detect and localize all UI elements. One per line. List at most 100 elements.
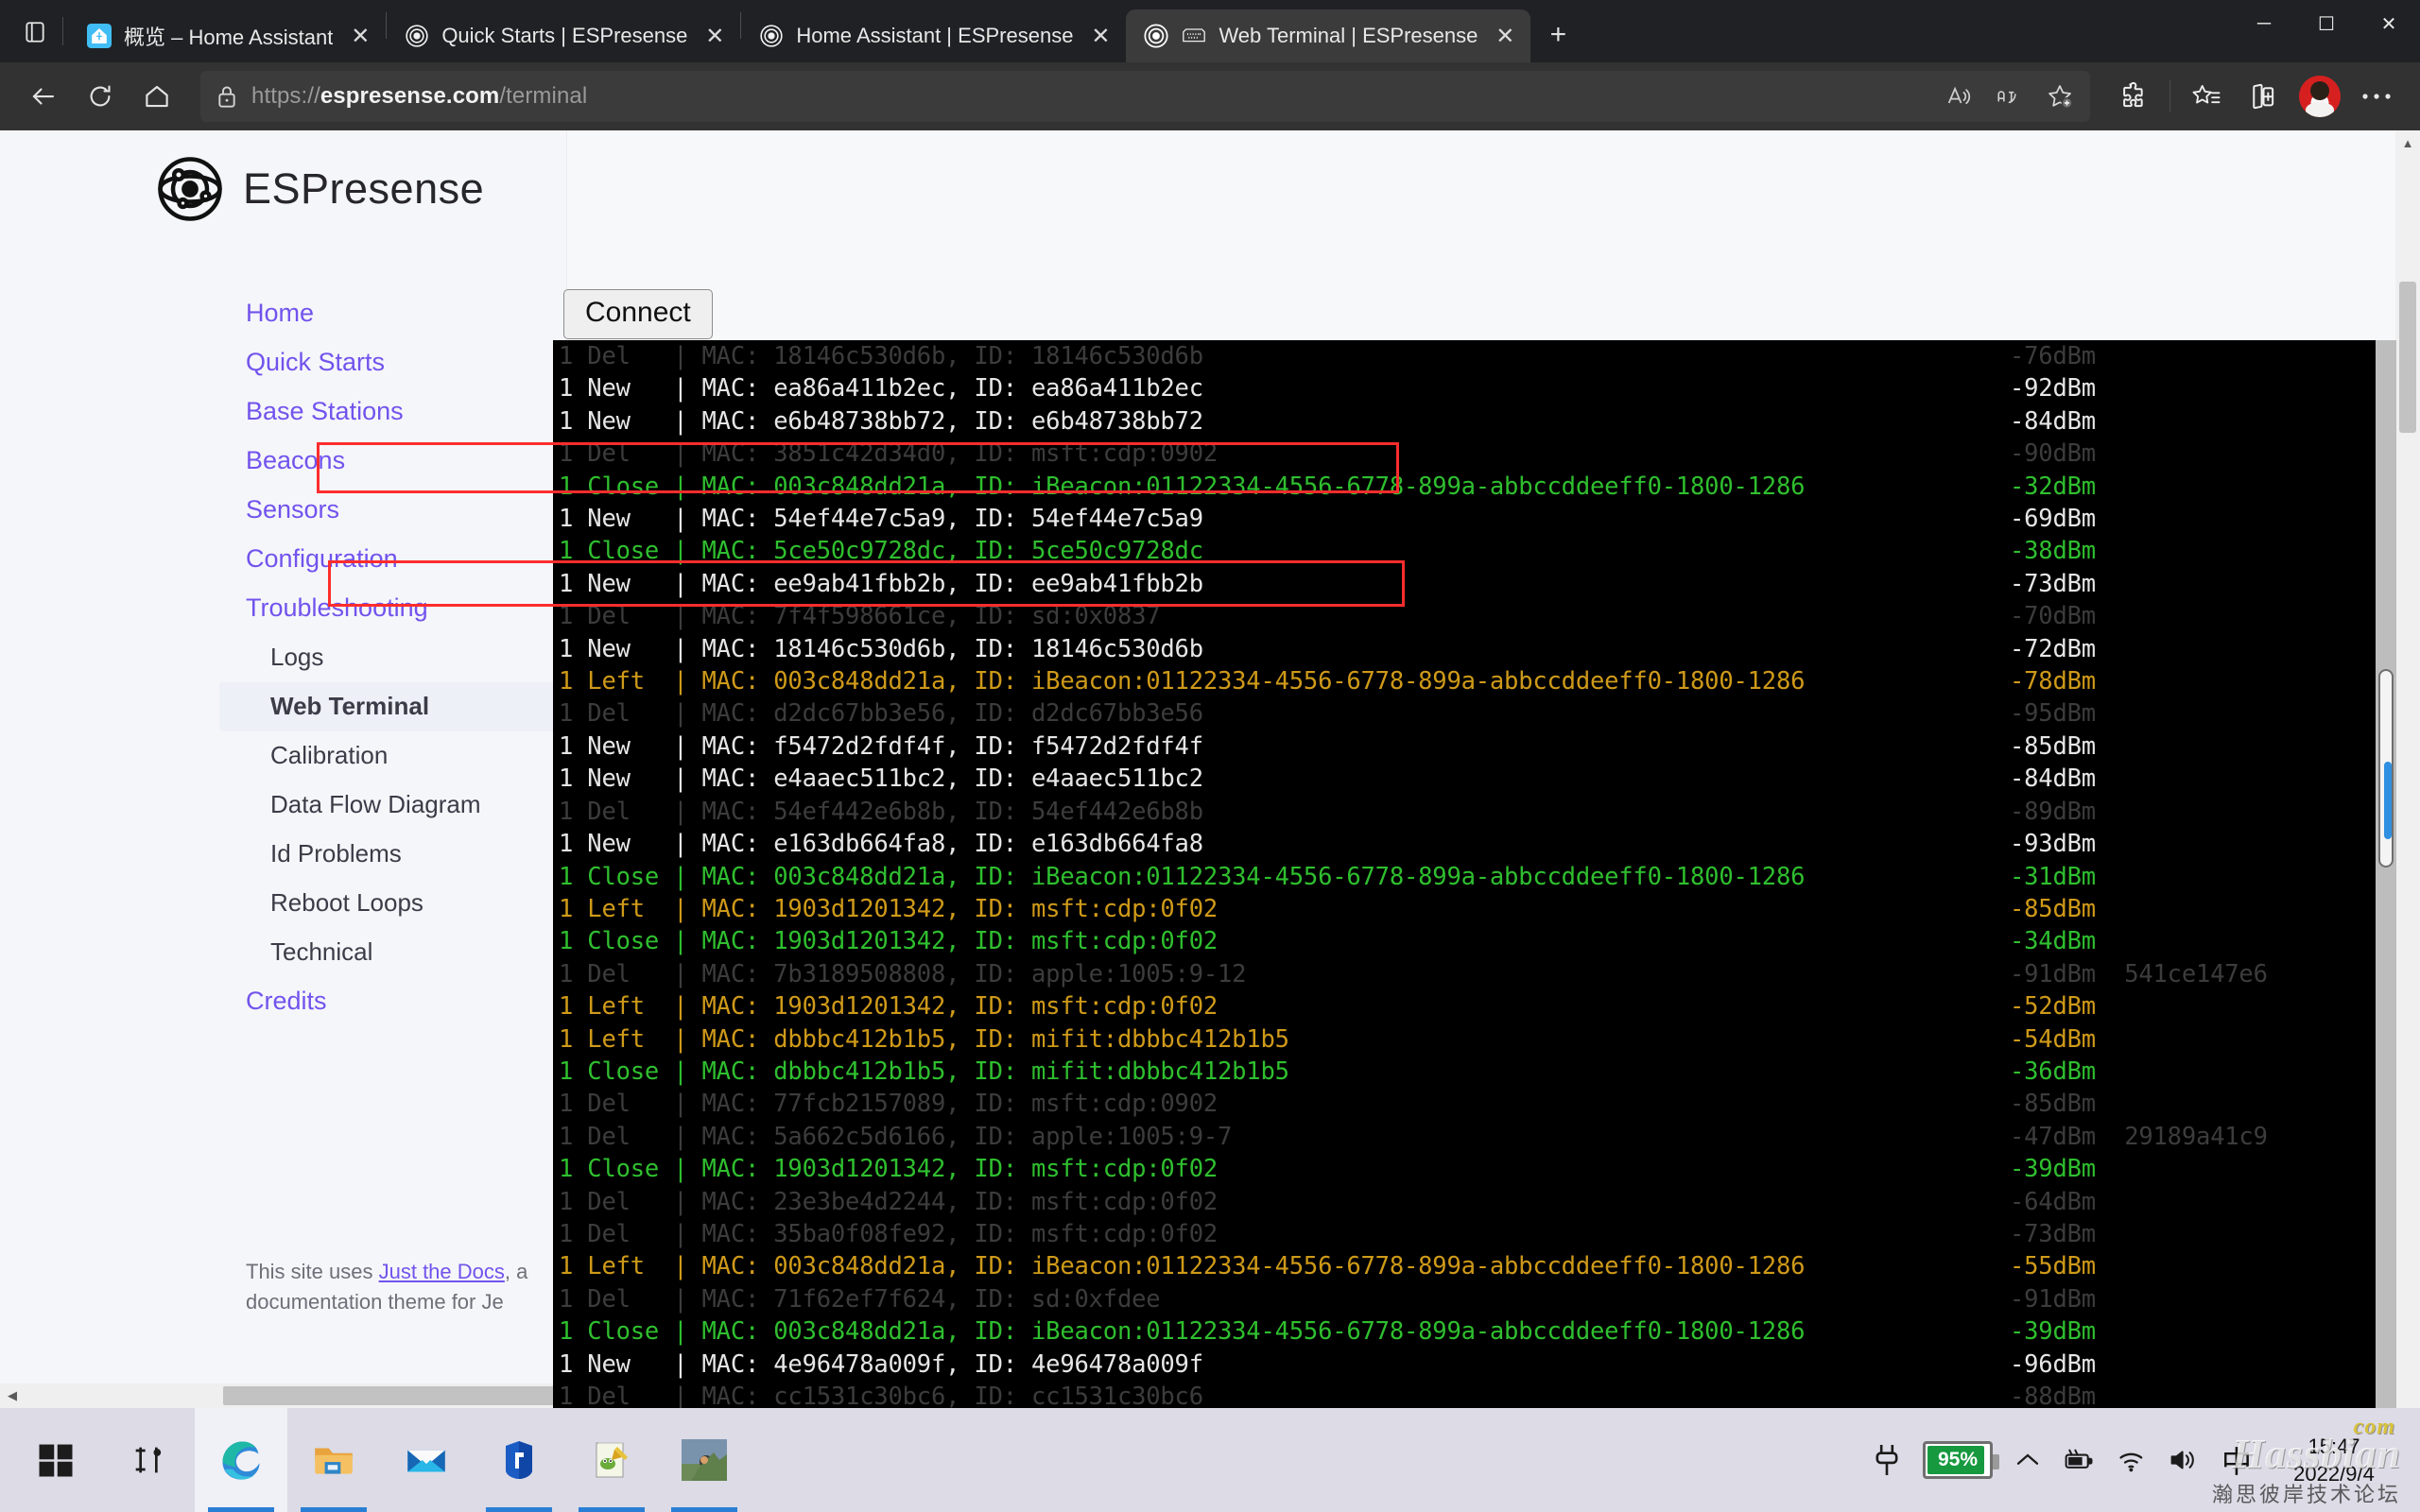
terminal-line: 1 Close | MAC: 003c848dd21a, ID: iBeacon… — [559, 471, 2396, 503]
ime-language-indicator[interactable]: 中 — [2221, 1438, 2252, 1482]
page-vertical-scrollbar[interactable]: ▲ — [2395, 130, 2420, 1408]
browser-tab-2[interactable]: Quick Starts | ESPresense ✕ — [387, 9, 740, 62]
terminal-line-rssi: -89dBm — [2010, 797, 2096, 826]
browser-tab-2-close-icon[interactable]: ✕ — [699, 20, 731, 52]
sidebar-item-sensors[interactable]: Sensors — [246, 486, 566, 535]
connect-button[interactable]: Connect — [563, 289, 713, 339]
sidebar-item-logs[interactable]: Logs — [246, 633, 566, 682]
web-terminal-output[interactable]: 1 Del | MAC: 18146c530d6b, ID: 18146c530… — [553, 340, 2396, 1408]
window-maximize-button[interactable]: ☐ — [2295, 0, 2358, 47]
lock-icon[interactable] — [216, 84, 238, 109]
site-brand[interactable]: ESPresense — [156, 155, 566, 223]
terminal-line-message: 1 Left | MAC: 003c848dd21a, ID: iBeacon:… — [559, 1252, 1806, 1281]
terminal-line: 1 Del | MAC: 7b3189508808, ID: apple:100… — [559, 958, 2396, 990]
terminal-scrollbar[interactable] — [2376, 340, 2396, 1408]
terminal-line-rssi: -78dBm — [2010, 667, 2096, 696]
address-bar[interactable]: https://espresense.com/terminal — [200, 71, 2090, 122]
sidebar-item-id-problems[interactable]: Id Problems — [246, 830, 566, 879]
power-plug-icon[interactable] — [1872, 1442, 1902, 1478]
browser-tab-4[interactable]: Web Terminal | ESPresense ✕ — [1126, 9, 1531, 62]
terminal-line: 1 New | MAC: 54ef44e7c5a9, ID: 54ef44e7c… — [559, 503, 2396, 535]
battery-saver-icon[interactable] — [2063, 1448, 2095, 1472]
window-close-button[interactable]: ✕ — [2358, 0, 2420, 47]
terminal-line-message: 1 Close | MAC: 003c848dd21a, ID: iBeacon… — [559, 1317, 1806, 1347]
new-tab-button[interactable]: + — [1536, 13, 1580, 57]
terminal-line-rssi: -85dBm — [2010, 731, 2096, 761]
terminal-line-message: 1 Del | MAC: 18146c530d6b, ID: 18146c530… — [559, 342, 1203, 370]
add-favorite-icon[interactable] — [2035, 73, 2084, 120]
terminal-line-rssi: -70dBm — [2010, 602, 2096, 631]
terminal-line: 1 Left | MAC: dbbbc412b1b5, ID: mifit:db… — [559, 1023, 2396, 1056]
show-hidden-icons-icon[interactable] — [2014, 1450, 2042, 1470]
terminal-line-message: 1 New | MAC: 4e96478a009f, ID: 4e96478a0… — [559, 1349, 1203, 1379]
task-view-button[interactable] — [102, 1408, 195, 1512]
terminal-line: 1 Del | MAC: 3851c42d34d0, ID: msft:cdp:… — [559, 438, 2396, 470]
photos-app[interactable] — [658, 1408, 751, 1512]
terminal-line: 1 Close | MAC: 5ce50c9728dc, ID: 5ce50c9… — [559, 535, 2396, 567]
browser-tab-1[interactable]: 概览 – Home Assistant ✕ — [69, 9, 386, 62]
browser-tab-3-close-icon[interactable]: ✕ — [1084, 20, 1116, 52]
terminal-line: 1 Left | MAC: 1903d1201342, ID: msft:cdp… — [559, 990, 2396, 1022]
sidebar-item-home[interactable]: Home — [246, 289, 566, 338]
terminal-line-rssi: -72dBm — [2010, 634, 2096, 663]
browser-tab-4-close-icon[interactable]: ✕ — [1489, 20, 1521, 52]
terminal-line-message: 1 New | MAC: 18146c530d6b, ID: 18146c530… — [559, 634, 1203, 663]
terminal-line: 1 Close | MAC: 1903d1201342, ID: msft:cd… — [559, 925, 2396, 957]
terminal-line: 1 Left | MAC: 1903d1201342, ID: msft:cdp… — [559, 893, 2396, 925]
read-aloud-icon[interactable] — [1933, 73, 1982, 120]
mail-app[interactable] — [380, 1408, 473, 1512]
tab-actions-icon[interactable] — [13, 10, 57, 54]
sidebar-item-credits[interactable]: Credits — [246, 977, 566, 1026]
refresh-icon[interactable] — [74, 70, 127, 123]
sidebar-item-base-stations[interactable]: Base Stations — [246, 387, 566, 437]
wifi-icon[interactable] — [2116, 1447, 2148, 1473]
terminal-line-message: 1 Del | MAC: d2dc67bb3e56, ID: d2dc67bb3… — [559, 699, 1203, 729]
footer-just-the-docs-link[interactable]: Just the Docs — [379, 1260, 505, 1283]
sidebar-item-configuration[interactable]: Configuration — [246, 535, 566, 584]
home-icon[interactable] — [130, 70, 183, 123]
notepad-app[interactable] — [565, 1408, 658, 1512]
espresense-icon — [1143, 23, 1169, 49]
terminal-line-rssi: -54dBm — [2010, 1024, 2096, 1054]
browser-tab-3[interactable]: Home Assistant | ESPresense ✕ — [741, 9, 1126, 62]
page-scroll-up-arrow[interactable]: ▲ — [2395, 130, 2420, 155]
window-controls: ─ ☐ ✕ — [2233, 0, 2420, 62]
terminal-scrollbar-thumb[interactable] — [2378, 669, 2394, 868]
page-content: ESPresense Home Quick Starts Base Statio… — [0, 130, 2420, 1408]
profile-avatar[interactable] — [2293, 70, 2346, 123]
back-icon[interactable] — [17, 70, 70, 123]
address-bar-url: https://espresense.com/terminal — [251, 83, 587, 110]
terminal-line-rssi: -93dBm — [2010, 830, 2096, 859]
translate-icon[interactable] — [1984, 73, 2033, 120]
start-button[interactable] — [9, 1408, 102, 1512]
terminal-line: 1 Del | MAC: cc1531c30bc6, ID: cc1531c30… — [559, 1381, 2396, 1408]
collections-favorites-icon[interactable] — [2180, 70, 2233, 123]
sidebar-item-reboot-loops[interactable]: Reboot Loops — [246, 879, 566, 928]
espresense-icon — [404, 23, 430, 49]
hscroll-left-arrow[interactable]: ◀ — [0, 1383, 25, 1408]
extensions-icon[interactable] — [2107, 70, 2160, 123]
terminal-line-rssi: -96dBm — [2010, 1349, 2096, 1379]
sidebar-item-technical[interactable]: Technical — [246, 928, 566, 977]
battery-indicator[interactable]: 95% — [1922, 1441, 1999, 1479]
sidebar-item-calibration[interactable]: Calibration — [246, 731, 566, 781]
sidebar-item-troubleshooting[interactable]: Troubleshooting — [246, 584, 566, 633]
sidebar-item-data-flow-diagram[interactable]: Data Flow Diagram — [246, 781, 566, 830]
edge-browser[interactable] — [195, 1408, 287, 1512]
outlook-app[interactable] — [473, 1408, 565, 1512]
split-screen-icon[interactable] — [2237, 70, 2290, 123]
sidebar-item-quick-starts[interactable]: Quick Starts — [246, 338, 566, 387]
titlebar-divider — [62, 17, 63, 45]
file-explorer[interactable] — [287, 1408, 380, 1512]
window-minimize-button[interactable]: ─ — [2233, 0, 2295, 47]
page-vertical-scrollbar-thumb[interactable] — [2399, 282, 2416, 433]
url-scheme: https:// — [251, 83, 320, 109]
sidebar-item-beacons[interactable]: Beacons — [246, 437, 566, 486]
browser-tab-1-close-icon[interactable]: ✕ — [344, 20, 376, 52]
sidebar-item-web-terminal[interactable]: Web Terminal — [219, 682, 566, 731]
terminal-line-message: 1 Del | MAC: 71f62ef7f624, ID: sd:0xfdee — [559, 1284, 1161, 1314]
volume-icon[interactable] — [2169, 1447, 2201, 1473]
url-path: /terminal — [499, 83, 588, 109]
more-settings-icon[interactable] — [2350, 70, 2403, 123]
taskbar-clock[interactable]: 15:47 2022/9/4 — [2273, 1433, 2395, 1487]
